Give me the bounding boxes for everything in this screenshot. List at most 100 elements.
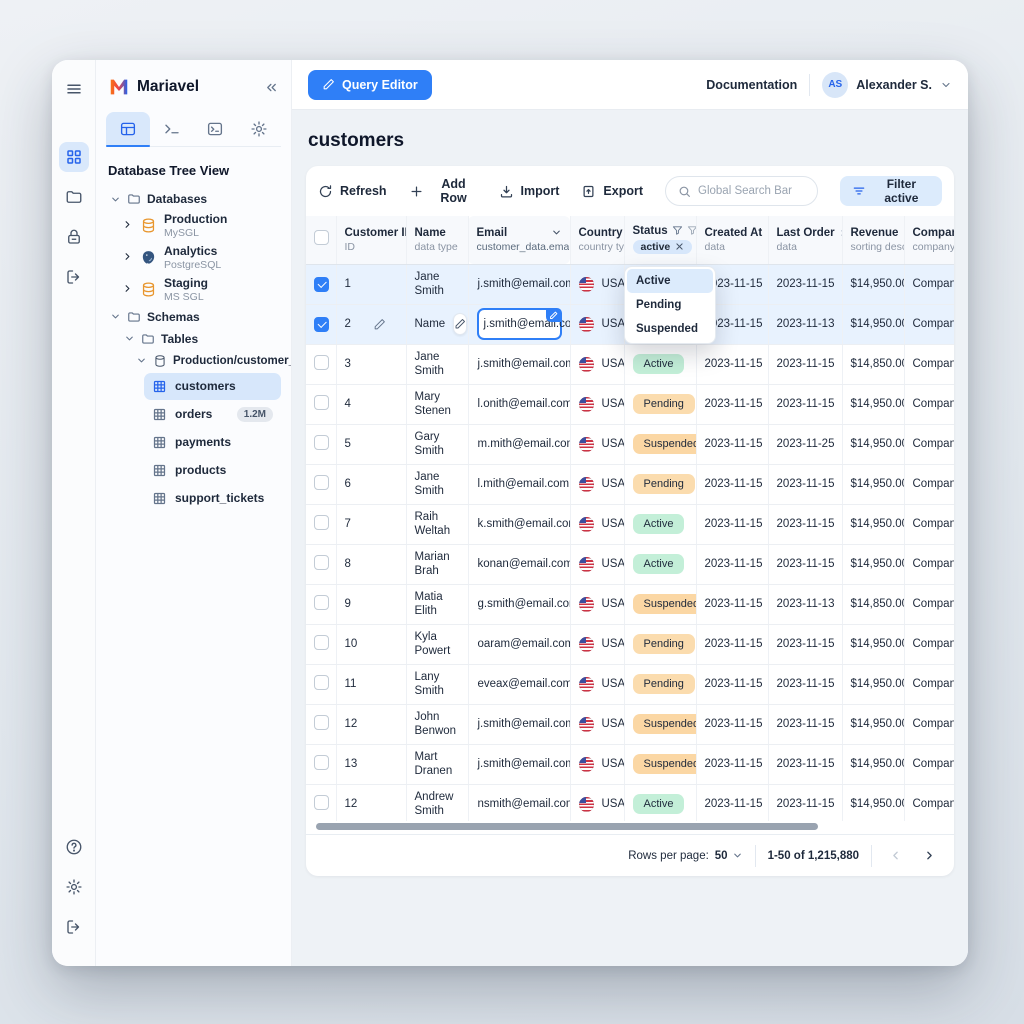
row-checkbox[interactable] bbox=[314, 755, 329, 770]
tree-node-schemas[interactable]: Schemas bbox=[106, 306, 281, 328]
row-email-cell[interactable]: g.smith@email.com bbox=[477, 588, 562, 620]
table-row[interactable]: 5 Gary Smith m.mith@email.com USA Suspen… bbox=[306, 424, 954, 464]
documentation-link[interactable]: Documentation bbox=[706, 78, 797, 92]
tree-node-production[interactable]: ProductionMySGL bbox=[120, 210, 281, 242]
table-row[interactable]: 9 Matia Elith g.smith@email.com USA Susp… bbox=[306, 584, 954, 624]
table-row[interactable]: 10 Kyla Powert oaram@email.com USA Pendi… bbox=[306, 624, 954, 664]
import-button[interactable]: Import bbox=[499, 184, 560, 199]
tree-node-analytics[interactable]: AnalyticsPostgreSQL bbox=[120, 242, 281, 274]
row-email-cell[interactable]: l.onith@email.com bbox=[477, 388, 562, 420]
status-option-active[interactable]: Active bbox=[627, 269, 713, 293]
column-company[interactable]: Company company bbox=[904, 216, 954, 264]
search-input[interactable] bbox=[698, 185, 805, 197]
export-button[interactable]: Export bbox=[581, 184, 643, 199]
filter-funnel-icon[interactable] bbox=[687, 225, 696, 236]
column-email[interactable]: Email customer_data.email bbox=[468, 216, 570, 264]
sidebar-item-products[interactable]: products bbox=[144, 457, 281, 484]
chevron-down-icon[interactable] bbox=[551, 227, 562, 238]
table-row[interactable]: 6 Jane Smith l.mith@email.com USA Pendin… bbox=[306, 464, 954, 504]
refresh-button[interactable]: Refresh bbox=[318, 184, 387, 199]
user-menu[interactable]: AS Alexander S. bbox=[822, 72, 952, 98]
status-option-suspended[interactable]: Suspended bbox=[627, 317, 713, 341]
settings-gear-icon[interactable] bbox=[59, 872, 89, 902]
row-email-cell[interactable]: j.smith@email.com bbox=[477, 708, 562, 740]
tree-node-staging[interactable]: StagingMS SGL bbox=[120, 274, 281, 306]
column-last-order[interactable]: Last Order data bbox=[768, 216, 842, 264]
sidebar-item-orders[interactable]: orders 1.2M bbox=[144, 401, 281, 428]
tree-node-databases[interactable]: Databases bbox=[106, 188, 281, 210]
active-filter-chip[interactable]: active bbox=[633, 240, 693, 254]
column-customer-id[interactable]: Customer ID ID bbox=[336, 216, 406, 264]
table-row[interactable]: 4 Mary Stenen l.onith@email.com USA Pend… bbox=[306, 384, 954, 424]
sign-out-icon[interactable] bbox=[59, 262, 89, 292]
row-checkbox[interactable] bbox=[314, 795, 329, 810]
column-status[interactable]: Status active bbox=[624, 216, 696, 264]
tree-node-schema-path[interactable]: Production/customer_data bbox=[132, 350, 281, 372]
select-all-checkbox[interactable] bbox=[314, 230, 329, 245]
row-checkbox[interactable] bbox=[314, 277, 329, 292]
column-country[interactable]: Country country type bbox=[570, 216, 624, 264]
table-row[interactable]: 7 Raih Weltah k.smith@email.com USA Acti… bbox=[306, 504, 954, 544]
column-created-at[interactable]: Created At data bbox=[696, 216, 768, 264]
row-email-cell[interactable]: m.mith@email.com bbox=[477, 428, 562, 460]
next-page-icon[interactable] bbox=[918, 845, 940, 867]
column-name[interactable]: Name data type bbox=[406, 216, 468, 264]
hamburger-menu-icon[interactable] bbox=[59, 74, 89, 104]
help-icon[interactable] bbox=[59, 832, 89, 862]
close-icon[interactable] bbox=[675, 242, 684, 251]
filter-funnel-icon[interactable] bbox=[672, 225, 683, 236]
global-search[interactable] bbox=[665, 176, 818, 206]
tab-settings-gear-icon[interactable] bbox=[237, 112, 281, 146]
tree-node-tables[interactable]: Tables bbox=[120, 328, 281, 350]
row-checkbox[interactable] bbox=[314, 515, 329, 530]
row-checkbox[interactable] bbox=[314, 715, 329, 730]
lock-icon[interactable] bbox=[59, 222, 89, 252]
row-checkbox[interactable] bbox=[314, 595, 329, 610]
row-email-cell[interactable]: oaram@email.com bbox=[477, 628, 562, 660]
previous-page-icon[interactable] bbox=[884, 845, 906, 867]
filter-active-button[interactable]: Filter active bbox=[840, 176, 942, 206]
sidebar-item-support-tickets[interactable]: support_tickets bbox=[144, 485, 281, 512]
row-email-cell[interactable]: nsmith@email.com bbox=[477, 788, 562, 820]
table-row[interactable]: 3 Jane Smith j.smith@email.com USA Activ… bbox=[306, 344, 954, 384]
tab-console-window[interactable] bbox=[194, 112, 238, 146]
row-email-cell[interactable]: j.smith@email.com bbox=[477, 748, 562, 780]
logout-icon[interactable] bbox=[59, 912, 89, 942]
folder-icon[interactable] bbox=[59, 182, 89, 212]
grid-apps-icon[interactable] bbox=[59, 142, 89, 172]
horizontal-scrollbar-thumb[interactable] bbox=[316, 823, 818, 830]
row-checkbox[interactable] bbox=[314, 675, 329, 690]
table-row[interactable]: 11 Lany Smith eveax@email.com USA Pendin… bbox=[306, 664, 954, 704]
row-email-cell[interactable]: konan@email.com bbox=[477, 548, 562, 580]
row-country: USA bbox=[602, 678, 625, 690]
column-revenue[interactable]: Revenue sorting desc bbox=[842, 216, 904, 264]
status-option-pending[interactable]: Pending bbox=[627, 293, 713, 317]
row-checkbox[interactable] bbox=[314, 475, 329, 490]
row-edit-pencil-icon[interactable] bbox=[373, 318, 386, 331]
name-edit-button[interactable] bbox=[453, 313, 467, 335]
tab-terminal[interactable] bbox=[150, 112, 194, 146]
tab-database-browser[interactable] bbox=[106, 112, 150, 146]
row-email-cell[interactable]: k.smith@email.com bbox=[477, 508, 562, 540]
row-email-cell[interactable]: l.mith@email.com bbox=[477, 468, 562, 500]
sidebar-item-customers[interactable]: customers bbox=[144, 373, 281, 400]
row-checkbox[interactable] bbox=[314, 555, 329, 570]
sidebar-item-payments[interactable]: payments bbox=[144, 429, 281, 456]
table-row[interactable]: 12 Andrew Smith nsmith@email.com USA Act… bbox=[306, 784, 954, 821]
collapse-sidebar-icon[interactable] bbox=[264, 80, 279, 95]
row-email-cell[interactable]: j.smith@email.com bbox=[477, 348, 562, 380]
row-checkbox[interactable] bbox=[314, 317, 329, 332]
table-row[interactable]: 13 Mart Dranen j.smith@email.com USA Sus… bbox=[306, 744, 954, 784]
row-email-cell[interactable]: j.smith@email.com bbox=[477, 308, 562, 340]
row-email-cell[interactable]: eveax@email.com bbox=[477, 668, 562, 700]
row-checkbox[interactable] bbox=[314, 355, 329, 370]
rows-per-page-select[interactable]: 50 bbox=[715, 850, 743, 862]
query-editor-button[interactable]: Query Editor bbox=[308, 70, 432, 100]
table-row[interactable]: 12 John Benwon j.smith@email.com USA Sus… bbox=[306, 704, 954, 744]
row-email-cell[interactable]: j.smith@email.com bbox=[477, 268, 562, 300]
row-checkbox[interactable] bbox=[314, 435, 329, 450]
add-row-button[interactable]: Add Row bbox=[409, 177, 477, 205]
table-row[interactable]: 8 Marian Brah konan@email.com USA Active… bbox=[306, 544, 954, 584]
row-checkbox[interactable] bbox=[314, 395, 329, 410]
row-checkbox[interactable] bbox=[314, 635, 329, 650]
